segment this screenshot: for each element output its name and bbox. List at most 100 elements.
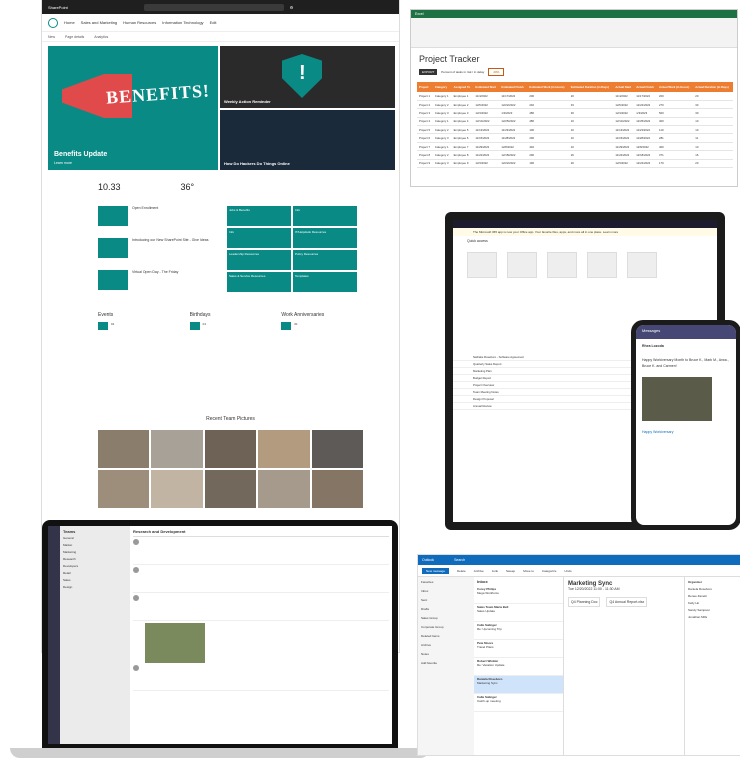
channel-item[interactable]: Research bbox=[63, 557, 127, 563]
table-cell[interactable]: 10 bbox=[693, 142, 733, 152]
table-cell[interactable]: Project 9 bbox=[417, 159, 433, 169]
team-photo[interactable] bbox=[151, 470, 203, 508]
table-row[interactable]: Project 9 Category 3 Employee 9 12/3/2022 12… bbox=[417, 159, 733, 169]
doc-tile[interactable] bbox=[587, 252, 617, 278]
table-cell[interactable]: Project 4 bbox=[417, 117, 433, 127]
table-cell[interactable]: Category 1 bbox=[432, 142, 452, 152]
quick-link[interactable]: Policy Resources bbox=[293, 250, 357, 270]
table-cell[interactable]: Category 1 bbox=[432, 92, 452, 101]
table-cell[interactable]: Employee 9 bbox=[451, 159, 474, 169]
team-photo[interactable] bbox=[258, 470, 310, 508]
message-item[interactable]: Pete Moore Travel Plans bbox=[474, 640, 563, 658]
nav-home[interactable]: Home bbox=[64, 20, 75, 25]
table-cell[interactable]: 11/4/2022 bbox=[473, 92, 500, 101]
channel-item[interactable]: General bbox=[63, 536, 127, 542]
search-input[interactable] bbox=[143, 3, 284, 11]
table-row[interactable]: Project 1 Category 1 Employee 1 11/4/2022 11… bbox=[417, 92, 733, 101]
table-cell[interactable]: 11/13/2022 bbox=[473, 125, 500, 135]
table-cell[interactable]: 1/3/2023 bbox=[499, 108, 528, 118]
table-cell[interactable]: 12/3/2022 bbox=[613, 159, 635, 169]
table-cell[interactable]: 20 bbox=[693, 92, 733, 101]
message-item[interactable]: Sales Team Maria Bell Sales Update bbox=[474, 604, 563, 622]
table-cell[interactable]: 10 bbox=[568, 125, 614, 135]
table-cell[interactable]: 11/15/2022 bbox=[613, 133, 635, 143]
archive-button[interactable]: Archive bbox=[474, 569, 484, 573]
export-button[interactable]: EXPORT bbox=[419, 69, 438, 75]
junk-button[interactable]: Junk bbox=[492, 569, 498, 573]
table-cell[interactable]: 11 bbox=[693, 133, 733, 143]
team-photo[interactable] bbox=[311, 430, 363, 468]
table-cell[interactable]: 12/25/2022 bbox=[499, 117, 528, 127]
table-cell[interactable]: 33 bbox=[693, 100, 733, 110]
table-cell[interactable]: 20 bbox=[568, 159, 614, 169]
person-item[interactable]: Daniela Roseboro bbox=[688, 587, 737, 591]
table-cell[interactable]: 11/23/2022 bbox=[634, 125, 658, 135]
nav-sales[interactable]: Sales and Marketing bbox=[81, 20, 117, 25]
column-header[interactable]: Project bbox=[417, 82, 433, 92]
table-cell[interactable]: 12/22/2022 bbox=[634, 100, 658, 110]
table-cell[interactable]: 10 bbox=[693, 117, 733, 127]
message-post[interactable] bbox=[133, 539, 389, 565]
delete-button[interactable]: Delete bbox=[457, 569, 466, 573]
doc-tile[interactable] bbox=[547, 252, 577, 278]
table-cell[interactable]: Employee 1 bbox=[451, 92, 474, 101]
table-cell[interactable]: 10 bbox=[568, 133, 614, 143]
team-photo[interactable] bbox=[311, 470, 363, 508]
table-cell[interactable]: 11/17/2022 bbox=[499, 92, 528, 101]
table-cell[interactable]: 11/28/2022 bbox=[499, 133, 528, 143]
doc-tile[interactable] bbox=[467, 252, 497, 278]
settings-icon[interactable]: ⚙ bbox=[290, 5, 294, 10]
channel-item[interactable]: Marketing bbox=[63, 550, 127, 556]
event-item[interactable]: 01 bbox=[189, 322, 272, 330]
news-item[interactable]: Open Enrollment bbox=[98, 206, 218, 230]
quick-link[interactable]: Info bbox=[227, 228, 291, 248]
table-cell[interactable]: 12/8/2022 bbox=[499, 142, 528, 152]
team-photo[interactable] bbox=[204, 470, 257, 508]
categorize-button[interactable]: Categorize bbox=[542, 569, 557, 573]
table-cell[interactable]: 480 bbox=[527, 117, 569, 127]
folder-item[interactable]: Favorites bbox=[421, 580, 471, 589]
message-item[interactable]: Robert Winkler Re: Vacation Update bbox=[474, 658, 563, 676]
outlook-search[interactable]: Search bbox=[454, 558, 465, 562]
table-cell[interactable]: 12/4/2022 bbox=[473, 108, 500, 118]
nav-hr[interactable]: Human Resources bbox=[123, 20, 156, 25]
table-cell[interactable]: 12/25/2022 bbox=[634, 117, 658, 127]
hero-tile-2[interactable]: How Do Hackers Do Things Online bbox=[220, 110, 395, 170]
folder-item[interactable]: Deleted Items bbox=[421, 634, 471, 643]
table-cell[interactable]: 11/15/2022 bbox=[473, 133, 500, 143]
table-cell[interactable]: 10 bbox=[568, 117, 614, 127]
hero-tile-1[interactable]: ! Weekly Action Reminder bbox=[220, 46, 395, 108]
person-item[interactable]: Renee Zanetti bbox=[688, 594, 737, 598]
table-cell[interactable]: 1/3/2023 bbox=[634, 108, 658, 118]
table-cell[interactable]: Employee 4 bbox=[451, 117, 474, 127]
table-cell[interactable]: 100 bbox=[527, 125, 569, 135]
column-header[interactable]: Actual Work (in Hours) bbox=[657, 82, 694, 92]
folder-item[interactable]: Corporate Group bbox=[421, 625, 471, 634]
table-cell[interactable]: 12/4/2022 bbox=[613, 108, 635, 118]
message-post[interactable] bbox=[133, 595, 389, 621]
folder-item[interactable]: Sales Group bbox=[421, 616, 471, 625]
sweep-button[interactable]: Sweep bbox=[506, 569, 515, 573]
table-cell[interactable]: 400 bbox=[657, 117, 694, 127]
table-cell[interactable]: 20 bbox=[568, 92, 614, 101]
table-cell[interactable]: 33 bbox=[568, 100, 614, 110]
message-item[interactable]: Corey Philips Mega Workforce bbox=[474, 586, 563, 604]
table-cell[interactable]: 16 bbox=[693, 150, 733, 160]
undo-button[interactable]: Undo bbox=[564, 569, 571, 573]
table-cell[interactable]: 240 bbox=[527, 100, 569, 110]
table-cell[interactable]: 20 bbox=[693, 159, 733, 169]
filter-value[interactable]: 20% bbox=[488, 68, 505, 76]
table-cell[interactable]: 10 bbox=[568, 142, 614, 152]
table-row[interactable]: Project 2 Category 2 Employee 2 12/6/2022 12… bbox=[417, 100, 733, 110]
table-cell[interactable]: 12/6/2022 bbox=[473, 100, 500, 110]
table-cell[interactable]: 200 bbox=[527, 92, 569, 101]
team-photo[interactable] bbox=[98, 430, 150, 468]
news-item[interactable]: Introducing our New SharePoint Site - Gi… bbox=[98, 238, 218, 262]
table-row[interactable]: Project 6 Category 3 Employee 6 11/15/2022 1… bbox=[417, 133, 733, 143]
folder-item[interactable]: Add favorite bbox=[421, 661, 471, 670]
table-cell[interactable]: 11/28/2022 bbox=[634, 133, 658, 143]
team-photo[interactable] bbox=[151, 430, 203, 468]
table-cell[interactable]: 170 bbox=[657, 159, 694, 169]
nav-edit[interactable]: Edit bbox=[210, 20, 217, 25]
channel-item[interactable]: Design bbox=[63, 585, 127, 591]
